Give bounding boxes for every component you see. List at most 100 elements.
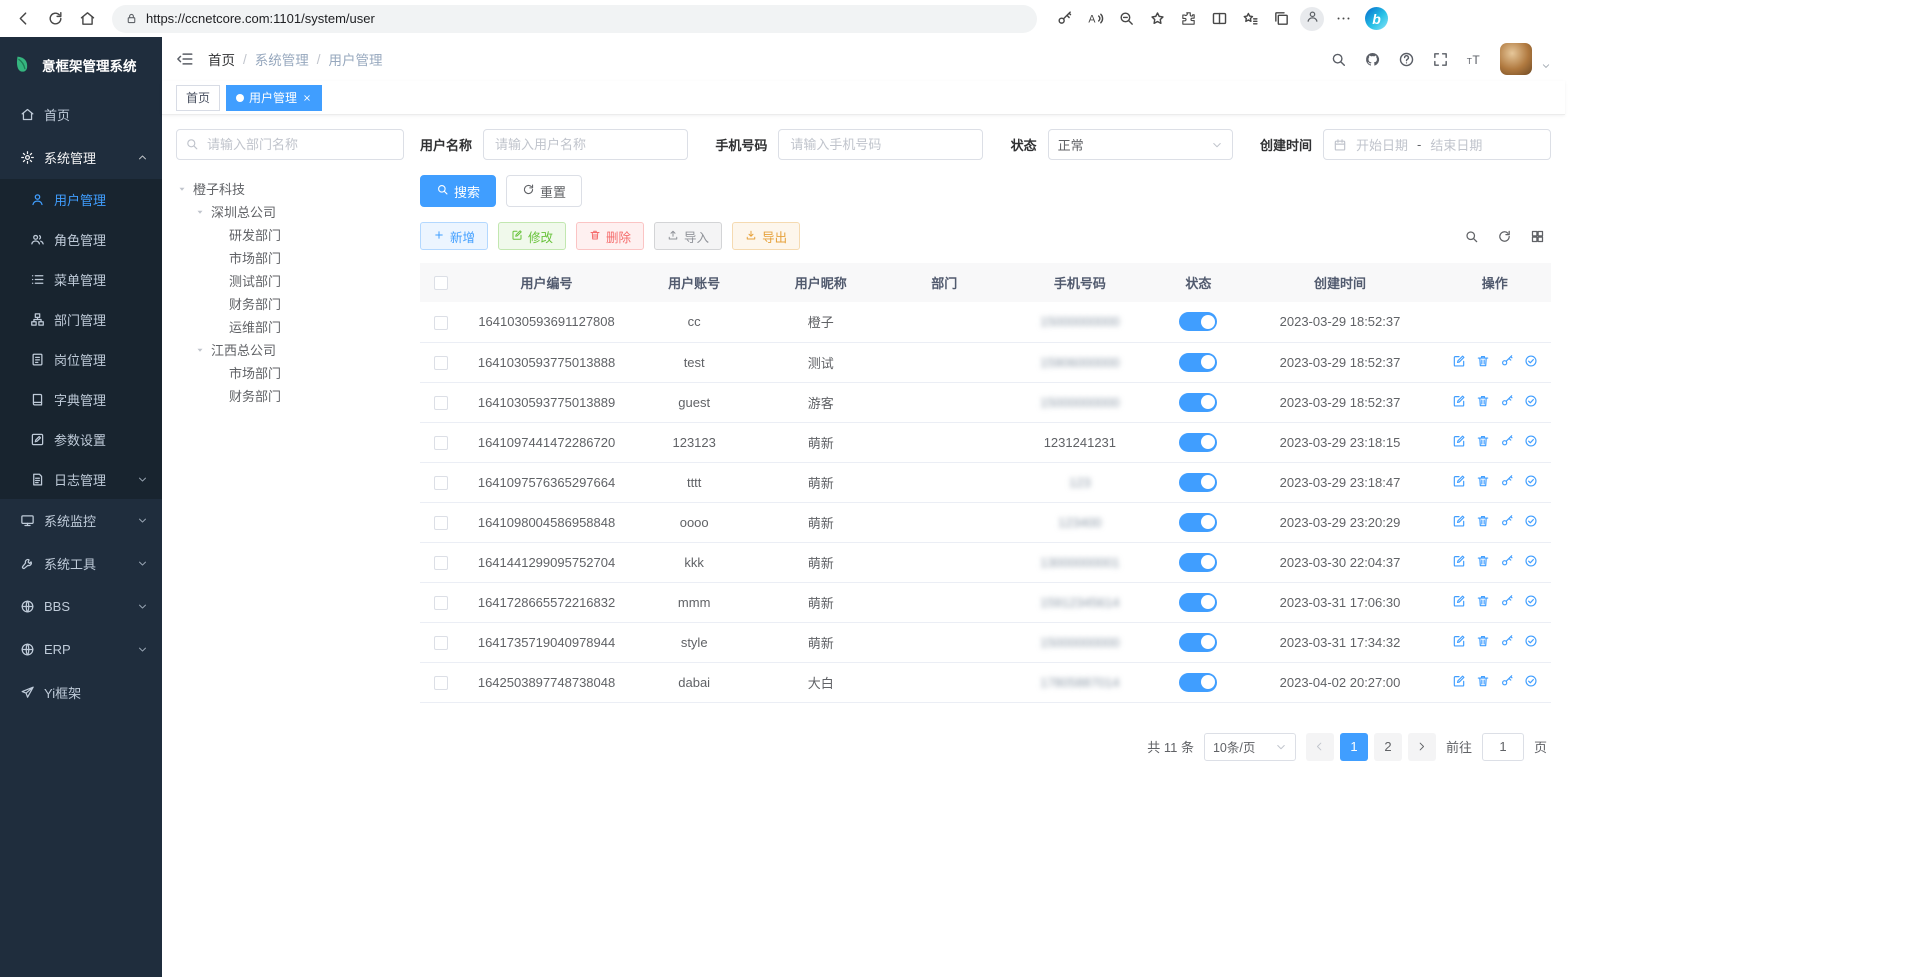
- browser-home-button[interactable]: [72, 4, 102, 34]
- sidebar-item[interactable]: 日志管理: [0, 459, 162, 499]
- user-avatar[interactable]: [1500, 43, 1532, 75]
- favorite-icon[interactable]: [1142, 4, 1172, 34]
- sidebar-item[interactable]: 系统监控: [0, 499, 162, 542]
- delete-action-icon[interactable]: [1476, 674, 1490, 688]
- row-checkbox[interactable]: [434, 676, 448, 690]
- dept-search-input[interactable]: [176, 129, 404, 160]
- sidebar-item[interactable]: 用户管理: [0, 179, 162, 219]
- sidebar-item[interactable]: 系统管理: [0, 136, 162, 179]
- delete-action-icon[interactable]: [1476, 514, 1490, 528]
- delete-action-icon[interactable]: [1476, 594, 1490, 608]
- sidebar-toggle-icon[interactable]: [176, 50, 194, 68]
- status-toggle[interactable]: [1179, 633, 1217, 652]
- collections-icon[interactable]: [1266, 4, 1296, 34]
- prev-page-button[interactable]: [1306, 733, 1334, 761]
- status-toggle[interactable]: [1179, 312, 1217, 331]
- sidebar-item[interactable]: 首页: [0, 93, 162, 136]
- row-checkbox[interactable]: [434, 436, 448, 450]
- edit-action-icon[interactable]: [1452, 394, 1466, 408]
- sidebar-item[interactable]: 角色管理: [0, 219, 162, 259]
- edit-action-icon[interactable]: [1452, 434, 1466, 448]
- reset-password-action-icon[interactable]: [1500, 434, 1514, 448]
- goto-page-input[interactable]: [1482, 733, 1524, 761]
- assign-role-action-icon[interactable]: [1524, 354, 1538, 368]
- date-range-picker[interactable]: 开始日期 - 结束日期: [1323, 129, 1551, 160]
- edit-action-icon[interactable]: [1452, 554, 1466, 568]
- row-checkbox[interactable]: [434, 476, 448, 490]
- password-icon[interactable]: [1049, 4, 1079, 34]
- assign-role-action-icon[interactable]: [1524, 594, 1538, 608]
- assign-role-action-icon[interactable]: [1524, 674, 1538, 688]
- fullscreen-icon[interactable]: [1432, 51, 1449, 68]
- edit-action-icon[interactable]: [1452, 354, 1466, 368]
- sidebar-item[interactable]: BBS: [0, 585, 162, 628]
- reset-password-action-icon[interactable]: [1500, 554, 1514, 568]
- browser-back-button[interactable]: [8, 4, 38, 34]
- tab-active[interactable]: 用户管理: [226, 85, 322, 111]
- font-size-icon[interactable]: TT: [1466, 51, 1483, 68]
- row-checkbox[interactable]: [434, 636, 448, 650]
- delete-action-icon[interactable]: [1476, 354, 1490, 368]
- sidebar-item[interactable]: 部门管理: [0, 299, 162, 339]
- assign-role-action-icon[interactable]: [1524, 554, 1538, 568]
- sidebar-item[interactable]: 字典管理: [0, 379, 162, 419]
- avatar-caret-icon[interactable]: [1541, 61, 1551, 75]
- sidebar-item[interactable]: 参数设置: [0, 419, 162, 459]
- assign-role-action-icon[interactable]: [1524, 434, 1538, 448]
- export-button[interactable]: 导出: [732, 222, 800, 250]
- status-toggle[interactable]: [1179, 353, 1217, 372]
- page-button[interactable]: 2: [1374, 733, 1402, 761]
- reset-password-action-icon[interactable]: [1500, 634, 1514, 648]
- breadcrumb-item[interactable]: 首页: [208, 49, 235, 69]
- delete-action-icon[interactable]: [1476, 394, 1490, 408]
- page-button[interactable]: 1: [1340, 733, 1368, 761]
- row-checkbox[interactable]: [434, 596, 448, 610]
- edit-action-icon[interactable]: [1452, 594, 1466, 608]
- favorites-bar-icon[interactable]: [1235, 4, 1265, 34]
- status-select[interactable]: 正常: [1048, 129, 1233, 160]
- caret-down-icon[interactable]: [194, 344, 208, 356]
- read-aloud-icon[interactable]: A: [1080, 4, 1110, 34]
- tree-node[interactable]: 市场部门: [176, 246, 404, 269]
- status-toggle[interactable]: [1179, 473, 1217, 492]
- status-toggle[interactable]: [1179, 433, 1217, 452]
- row-checkbox[interactable]: [434, 356, 448, 370]
- caret-down-icon[interactable]: [194, 206, 208, 218]
- edit-action-icon[interactable]: [1452, 634, 1466, 648]
- caret-down-icon[interactable]: [176, 183, 190, 195]
- edit-action-icon[interactable]: [1452, 514, 1466, 528]
- column-settings-icon[interactable]: [1530, 229, 1545, 244]
- reset-button[interactable]: 重置: [506, 175, 582, 207]
- sidebar-item[interactable]: 岗位管理: [0, 339, 162, 379]
- reset-password-action-icon[interactable]: [1500, 394, 1514, 408]
- status-toggle[interactable]: [1179, 513, 1217, 532]
- edit-button[interactable]: 修改: [498, 222, 566, 250]
- row-checkbox[interactable]: [434, 516, 448, 530]
- zoom-icon[interactable]: [1111, 4, 1141, 34]
- status-toggle[interactable]: [1179, 553, 1217, 572]
- assign-role-action-icon[interactable]: [1524, 634, 1538, 648]
- select-all-checkbox[interactable]: [434, 276, 448, 290]
- sidebar-item[interactable]: 系统工具: [0, 542, 162, 585]
- browser-more-icon[interactable]: [1328, 4, 1358, 34]
- tree-node[interactable]: 江西总公司: [176, 338, 404, 361]
- assign-role-action-icon[interactable]: [1524, 394, 1538, 408]
- status-toggle[interactable]: [1179, 673, 1217, 692]
- tab-item[interactable]: 首页: [176, 85, 220, 111]
- reset-password-action-icon[interactable]: [1500, 594, 1514, 608]
- github-icon[interactable]: [1364, 51, 1381, 68]
- tree-node[interactable]: 测试部门: [176, 269, 404, 292]
- delete-action-icon[interactable]: [1476, 554, 1490, 568]
- add-button[interactable]: 新增: [420, 222, 488, 250]
- row-checkbox[interactable]: [434, 556, 448, 570]
- toggle-search-icon[interactable]: [1464, 229, 1479, 244]
- tree-node[interactable]: 研发部门: [176, 223, 404, 246]
- tree-node[interactable]: 财务部门: [176, 292, 404, 315]
- split-screen-icon[interactable]: [1204, 4, 1234, 34]
- search-button[interactable]: 搜索: [420, 175, 496, 207]
- phone-input[interactable]: [778, 129, 983, 160]
- refresh-table-icon[interactable]: [1497, 229, 1512, 244]
- import-button[interactable]: 导入: [654, 222, 722, 250]
- tab-close-icon[interactable]: [302, 93, 312, 103]
- tree-node[interactable]: 橙子科技: [176, 177, 404, 200]
